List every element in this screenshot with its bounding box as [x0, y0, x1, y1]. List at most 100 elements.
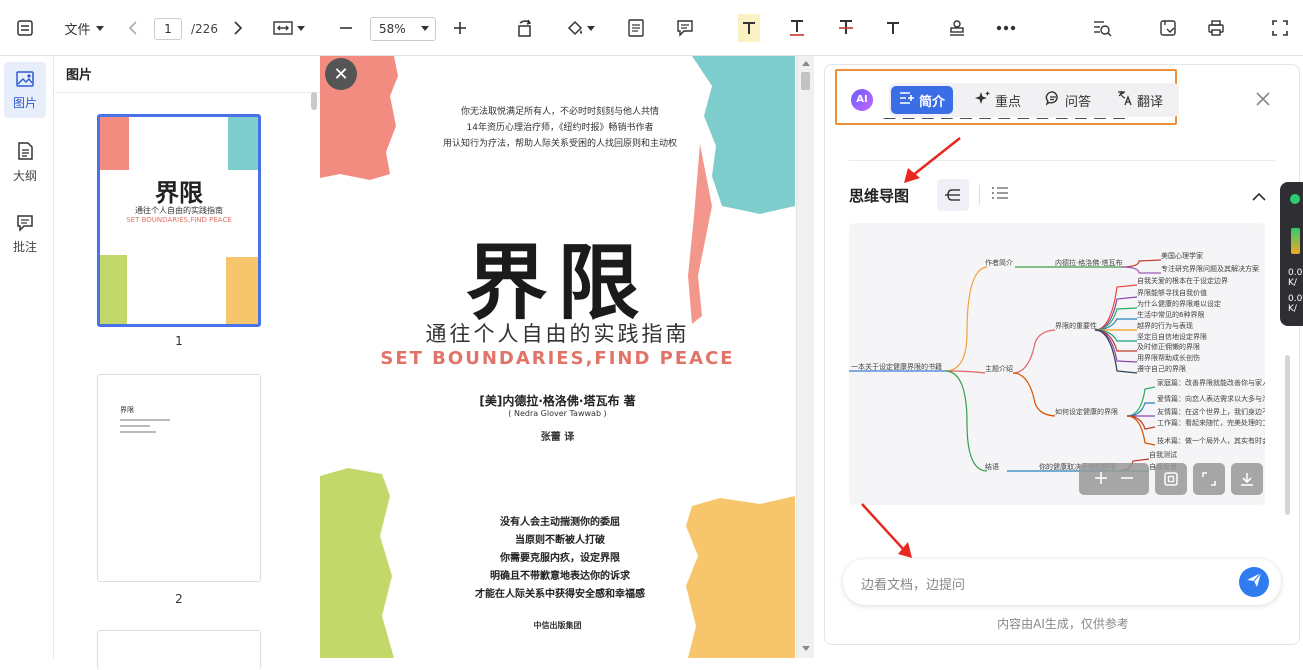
- rail-item-outline[interactable]: 大纲: [4, 134, 46, 190]
- menu-icon[interactable]: [12, 14, 38, 42]
- cover-translator: 张蕾 译: [540, 432, 575, 443]
- strikethrough-text-icon[interactable]: [835, 14, 857, 42]
- summary-icon: [899, 91, 919, 109]
- mm-node: 主题介绍: [985, 364, 1013, 373]
- translate-icon: [1117, 90, 1137, 110]
- zoom-out-icon[interactable]: [336, 14, 356, 42]
- zoom-in-icon[interactable]: [1094, 470, 1108, 489]
- search-doc-icon[interactable]: [1090, 14, 1114, 42]
- thumb-subtitle-en: SET BOUNDARIES,FIND PEACE: [126, 216, 232, 224]
- divider: [979, 185, 980, 205]
- close-icon[interactable]: [1255, 91, 1271, 107]
- fit-view-icon[interactable]: [1155, 463, 1187, 495]
- thumb2-title: 界限: [120, 406, 134, 414]
- paint-swatch: [100, 117, 129, 170]
- mm-node: 美国心理学家: [1161, 251, 1203, 260]
- mm-node: 界限的重要性: [1055, 321, 1097, 330]
- fullscreen-icon[interactable]: [1193, 463, 1225, 495]
- file-menu-button[interactable]: 文件: [62, 14, 106, 42]
- network-speed-widget[interactable]: 0.0 K/ 0.0 K/: [1280, 182, 1303, 326]
- text-line: [120, 419, 170, 421]
- paint-bucket-icon: [566, 19, 584, 37]
- zoom-controls: [1079, 463, 1149, 495]
- fit-width-button[interactable]: [270, 14, 308, 42]
- zoom-value: 58%: [379, 22, 406, 36]
- scroll-down-icon[interactable]: [802, 646, 810, 651]
- zoom-out-icon[interactable]: [1120, 470, 1134, 489]
- close-doc-button[interactable]: ✕: [325, 58, 357, 90]
- chevron-down-icon: [297, 25, 305, 31]
- tab-label: 重点: [995, 94, 1022, 110]
- mindmap-canvas[interactable]: 一本关于设定健康界限的书籍 作者简介 主题介绍 结语 内德拉·格洛佛·塔瓦布 美…: [849, 223, 1265, 505]
- rail-item-images[interactable]: 图片: [4, 62, 46, 118]
- ai-panel-scrollbar[interactable]: [1285, 355, 1290, 515]
- download-icon[interactable]: [1231, 463, 1263, 495]
- cover-subtitle: 通往个人自由的实践指南: [425, 322, 690, 346]
- stamp-icon[interactable]: [946, 14, 968, 42]
- cover-blurb-line: 才能在人际关系中获得安全感和幸福感: [475, 589, 645, 600]
- rail-item-label: 图片: [12, 95, 37, 110]
- tab-summary[interactable]: 简介: [891, 86, 954, 114]
- mm-node: 工作篇：看起来随忙，完美处理的工作: [1157, 418, 1265, 427]
- comment-icon[interactable]: [674, 14, 696, 42]
- thumb-scrollbar[interactable]: [311, 92, 317, 110]
- zoom-select[interactable]: 58%: [370, 17, 436, 41]
- scroll-up-icon[interactable]: [802, 61, 810, 66]
- rotate-icon[interactable]: [514, 14, 536, 42]
- divider: [55, 92, 320, 93]
- text-line: [120, 431, 156, 433]
- comment-icon: [16, 214, 34, 238]
- highlight-text-icon[interactable]: [738, 14, 760, 42]
- chevron-up-icon[interactable]: [1251, 187, 1267, 206]
- print-icon[interactable]: [1204, 14, 1228, 42]
- tab-label: 翻译: [1137, 94, 1164, 110]
- cover-quote-line: 用认知行为疗法，帮助人际关系受困的人找回原则和主动权: [442, 139, 677, 149]
- ask-placeholder: 边看文档，边提问: [861, 578, 966, 593]
- cover-blurb-line: 没有人会主动揣测你的委屈: [500, 517, 620, 528]
- fill-color-button[interactable]: [562, 14, 598, 42]
- send-button[interactable]: [1239, 567, 1269, 597]
- page-thumbnail-1[interactable]: 界限 通往个人自由的实践指南 SET BOUNDARIES,FIND PEACE: [97, 114, 261, 327]
- rail-item-comments[interactable]: 批注: [4, 206, 46, 262]
- mm-node: 爱情篇：向恋人表达需求以大多与沟通有关: [1157, 394, 1265, 403]
- document-scrollbar[interactable]: [796, 56, 814, 658]
- prev-page-icon[interactable]: [124, 14, 142, 42]
- status-dot: [1290, 194, 1300, 204]
- zoom-in-icon[interactable]: [450, 14, 470, 42]
- page-number-label: 2: [175, 592, 183, 606]
- mm-node: 一本关于设定健康界限的书籍: [851, 362, 942, 371]
- next-page-icon[interactable]: [229, 14, 247, 42]
- chevron-down-icon: [586, 25, 595, 31]
- page-thumbnail-2[interactable]: 界限: [97, 374, 261, 582]
- tab-highlights[interactable]: 重点: [967, 86, 1029, 114]
- page-number-input[interactable]: 1: [154, 18, 182, 40]
- outline-icon: [16, 141, 34, 167]
- tab-translate[interactable]: 翻译: [1109, 86, 1171, 114]
- mm-node: 为什么健康的界限难以设定: [1137, 299, 1221, 308]
- chevron-down-icon: [95, 25, 104, 31]
- page-thumbnail-3[interactable]: [97, 630, 261, 670]
- mm-node: 越界的行为与表现: [1137, 321, 1193, 330]
- scroll-thumb[interactable]: [801, 72, 810, 90]
- cover-quote-line: 14年资历心理治疗师，《纽约时报》畅销书作者: [466, 123, 654, 133]
- more-icon[interactable]: [994, 14, 1018, 42]
- tab-qa[interactable]: 问答: [1037, 86, 1099, 114]
- page-text-icon[interactable]: [626, 14, 646, 42]
- list-view-icon[interactable]: [991, 185, 1009, 205]
- save-icon[interactable]: [1156, 14, 1180, 42]
- cover-quote: 你无法取悦满足所有人，不必时时刻刻与他人共情 14年资历心理治疗师，《纽约时报》…: [400, 104, 720, 152]
- ai-disclaimer: 内容由AI生成，仅供参考: [997, 617, 1129, 631]
- cover-quote-line: 你无法取悦满足所有人，不必时时刻刻与他人共情: [460, 107, 659, 117]
- level-bar: [1291, 228, 1300, 254]
- mm-node: 自我关爱的根本在于设定边界: [1137, 276, 1228, 285]
- text-box-icon[interactable]: [882, 14, 904, 42]
- ask-input[interactable]: 边看文档，边提问: [843, 559, 1281, 605]
- mm-node: 用界限帮助成长创伤: [1137, 353, 1200, 362]
- underline-text-icon[interactable]: [786, 14, 808, 42]
- paint-swatch: [100, 255, 127, 324]
- paint-swatch: [228, 117, 258, 170]
- cover-author-en: ( Nedra Glover Tawwab ): [508, 409, 607, 418]
- fullscreen-icon[interactable]: [1268, 14, 1292, 42]
- left-rail: 图片 大纲 批注: [0, 56, 54, 658]
- close-icon: ✕: [333, 63, 349, 85]
